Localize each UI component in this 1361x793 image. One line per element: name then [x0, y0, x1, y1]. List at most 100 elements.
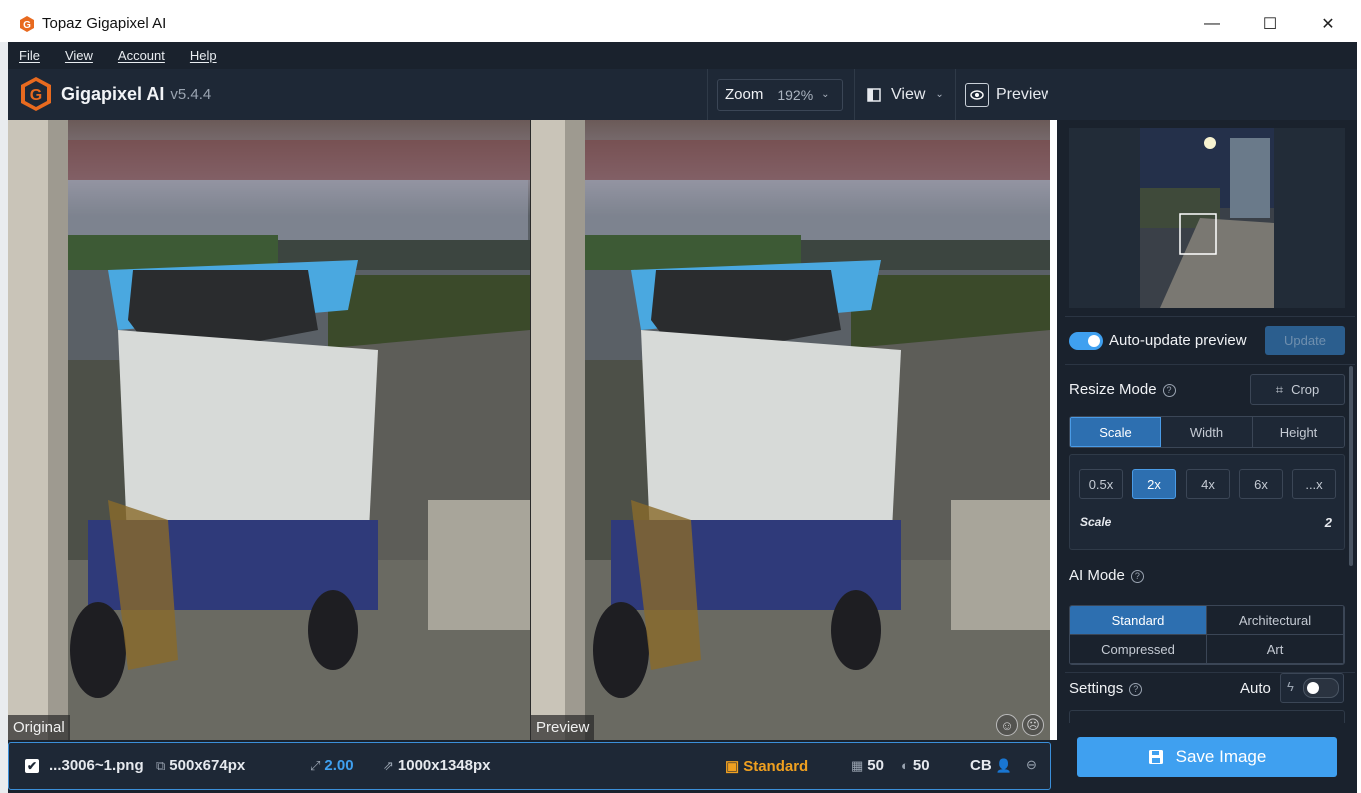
tab-height[interactable]: Height	[1253, 417, 1344, 447]
model-icon: ▣	[725, 758, 740, 775]
zoom-value: 192%	[777, 86, 814, 103]
ai-mode-heading: AI Mode?	[1069, 567, 1144, 584]
help-icon[interactable]: ?	[1130, 569, 1144, 583]
auto-settings-toggle[interactable]	[1303, 678, 1339, 698]
desktop-edge	[0, 42, 8, 793]
auto-update-toggle[interactable]	[1069, 332, 1103, 350]
header-right-fill	[1048, 69, 1357, 120]
scale-display: ⤢ 2.00	[310, 757, 354, 774]
resize-mode-label: Resize Mode	[1069, 381, 1157, 398]
help-icon[interactable]: ?	[1129, 682, 1143, 696]
crop-label: Crop	[1291, 382, 1320, 397]
topaz-logo-icon: G	[20, 15, 34, 32]
panel-scrollbar[interactable]	[1349, 366, 1353, 566]
maximize-button[interactable]: ☐	[1241, 5, 1299, 42]
split-view-icon	[867, 87, 881, 102]
floppy-disk-icon	[1148, 750, 1163, 764]
ai-mode-compressed[interactable]: Compressed	[1070, 635, 1207, 664]
minimize-button[interactable]: —	[1183, 5, 1241, 42]
neutral-face-icon[interactable]: ☹	[1022, 714, 1044, 736]
file-checkbox[interactable]: ✔	[25, 759, 39, 773]
minus-circle-icon: ⊖	[1026, 757, 1037, 772]
blur-text: 50	[912, 757, 930, 774]
file-row[interactable]: ✔ ...3006~1.png ⧉ 500x674px ⤢ 2.00 ⇗ 100…	[8, 742, 1051, 790]
save-image-button[interactable]: Save Image	[1077, 737, 1337, 777]
output-size: ⇗ 1000x1348px	[383, 757, 491, 774]
menu-help[interactable]: Help	[190, 48, 217, 63]
remove-file-button[interactable]: ⊖	[1026, 757, 1037, 773]
svg-text:G: G	[23, 20, 31, 31]
resize-tabs: Scale Width Height	[1069, 416, 1345, 448]
blur-icon: ◐	[901, 758, 909, 773]
svg-text:G: G	[30, 87, 42, 104]
input-size-text: 500x674px	[169, 757, 246, 774]
preview-label: Preview	[996, 85, 1053, 103]
chevron-down-icon: ⌄	[821, 89, 830, 100]
preview-button[interactable]: Preview	[955, 69, 1057, 120]
noise-value: ▦ 50	[851, 757, 884, 774]
ai-mode-art[interactable]: Art	[1207, 635, 1344, 664]
cb-text: CB	[970, 757, 992, 774]
gigapixel-logo-icon: G	[21, 77, 51, 111]
input-size: ⧉ 500x674px	[156, 757, 245, 774]
settings-box	[1069, 710, 1345, 723]
zoom-control: Zoom 192% ⌄	[707, 69, 847, 120]
chevron-down-icon: ⌄	[935, 89, 944, 100]
tab-scale[interactable]: Scale	[1070, 417, 1162, 447]
noise-text: 50	[867, 757, 884, 774]
update-button[interactable]: Update	[1265, 326, 1345, 355]
tab-width[interactable]: Width	[1161, 417, 1254, 447]
navigator-thumbnail	[1140, 128, 1274, 308]
original-photo	[8, 120, 530, 740]
navigator[interactable]	[1069, 128, 1345, 308]
zoom-dropdown[interactable]: Zoom 192% ⌄	[717, 78, 843, 111]
scale-options: 0.5x 2x 4x 6x ...x Scale 2	[1069, 454, 1345, 550]
save-image-label: Save Image	[1175, 747, 1267, 766]
preview-pane-label: Preview	[531, 715, 595, 740]
help-icon[interactable]: ?	[1162, 383, 1176, 397]
crop-button[interactable]: ⌗ Crop	[1250, 374, 1345, 405]
original-image-pane[interactable]: Original	[8, 120, 530, 740]
auto-update-label: Auto-update preview	[1109, 332, 1247, 349]
crop-icon: ⌗	[1275, 381, 1284, 397]
window-title: Topaz Gigapixel AI	[42, 15, 167, 32]
ai-mode-standard[interactable]: Standard	[1070, 606, 1207, 635]
input-size-icon: ⧉	[156, 757, 166, 773]
menu-bar: File View Account Help	[8, 42, 1357, 69]
preview-image-pane[interactable]: Preview ☺ ☹	[531, 120, 1050, 740]
smile-face-icon[interactable]: ☺	[996, 714, 1018, 736]
close-button[interactable]: ✕	[1299, 5, 1357, 42]
scale-value[interactable]: 2	[1325, 515, 1332, 530]
scale-6x-button[interactable]: 6x	[1239, 469, 1283, 499]
file-queue: ✔ ...3006~1.png ⧉ 500x674px ⤢ 2.00 ⇗ 100…	[8, 740, 1057, 793]
eye-icon	[965, 82, 989, 107]
person-icon: 👤	[995, 757, 1012, 773]
scale-0-5x-button[interactable]: 0.5x	[1079, 469, 1123, 499]
menu-file[interactable]: File	[19, 48, 40, 63]
scale-4x-button[interactable]: 4x	[1186, 469, 1230, 499]
zoom-label: Zoom	[725, 86, 764, 103]
menu-account[interactable]: Account	[118, 48, 165, 63]
filename-text: ...3006~1.png	[49, 757, 144, 774]
view-button[interactable]: View ⌄	[854, 69, 955, 120]
menu-view[interactable]: View	[65, 48, 93, 63]
model-badge: ▣ Standard	[725, 757, 809, 776]
brand: G Gigapixel AI v5.4.4	[19, 76, 211, 112]
settings-label: Settings	[1069, 680, 1124, 697]
output-size-text: 1000x1348px	[397, 757, 491, 774]
ai-mode-architectural[interactable]: Architectural	[1207, 606, 1344, 635]
settings-heading: Settings?	[1069, 680, 1143, 697]
cb-indicator: CB 👤	[970, 757, 1012, 774]
scale-text: 2.00	[324, 757, 354, 774]
scale-2x-button[interactable]: 2x	[1132, 469, 1176, 499]
output-size-icon: ⇗	[383, 757, 394, 773]
ai-mode-grid: Standard Architectural Compressed Art	[1069, 605, 1345, 665]
auto-settings-control[interactable]: ϟ	[1280, 673, 1344, 703]
noise-icon: ▦	[851, 757, 864, 773]
settings-panel: Auto-update preview Update Resize Mode? …	[1057, 120, 1357, 793]
model-text: Standard	[743, 757, 809, 775]
scale-custom-button[interactable]: ...x	[1292, 469, 1336, 499]
blur-value: ◐ 50	[901, 757, 930, 774]
lightning-icon: ϟ	[1287, 679, 1294, 694]
title-bar: G Topaz Gigapixel AI — ☐ ✕	[8, 5, 1357, 42]
